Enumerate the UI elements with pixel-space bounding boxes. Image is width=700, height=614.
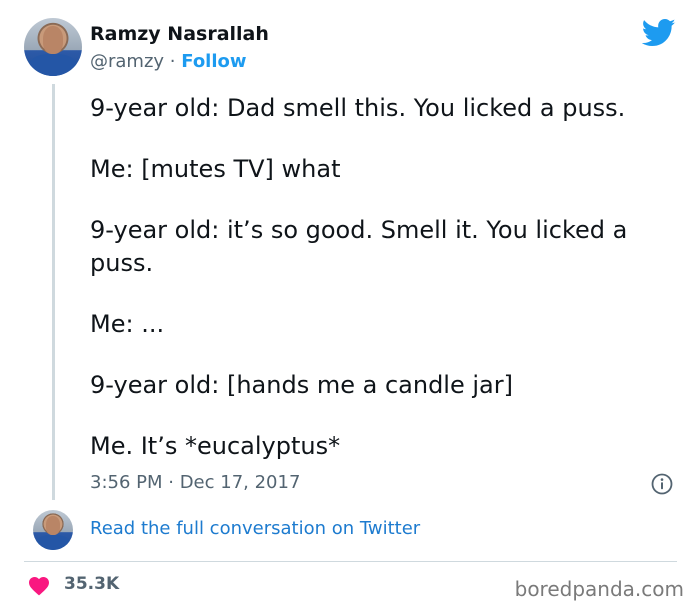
avatar-face [42,26,64,54]
handle-separator: · [164,51,182,72]
tweet-paragraph: 9-year old: Dad smell this. You licked a… [90,94,626,122]
read-conversation-link[interactable]: Read the full conversation on Twitter [90,518,420,539]
avatar-shirt [36,534,70,550]
author-avatar[interactable] [24,18,82,76]
like-count[interactable]: 35.3K [64,574,119,594]
author-handle-row: @ramzy · Follow [90,51,247,72]
tweet-text: 9-year old: Dad smell this. You licked a… [90,92,680,491]
follow-button[interactable]: Follow [181,51,246,72]
twitter-bird-icon[interactable] [642,18,676,48]
divider [24,561,677,562]
tweet-paragraph: 9-year old: it’s so good. Smell it. You … [90,216,628,277]
tweet-timestamp[interactable]: 3:56 PM · Dec 17, 2017 [90,472,300,493]
tweet-paragraph: Me. It’s *eucalyptus* [90,432,341,460]
site-watermark: boredpanda.com [514,577,684,601]
heart-icon[interactable] [27,574,51,596]
reply-avatar[interactable] [33,510,73,550]
author-handle[interactable]: @ramzy [90,51,164,72]
author-name[interactable]: Ramzy Nasrallah [90,23,269,45]
tweet-paragraph: 9-year old: [hands me a candle jar] [90,371,513,399]
avatar-shirt [28,53,78,76]
tweet-paragraph: Me: ... [90,310,165,338]
thread-line [52,84,55,500]
tweet-paragraph: Me: [mutes TV] what [90,155,341,183]
info-icon[interactable] [651,473,673,495]
avatar-face [45,515,61,535]
